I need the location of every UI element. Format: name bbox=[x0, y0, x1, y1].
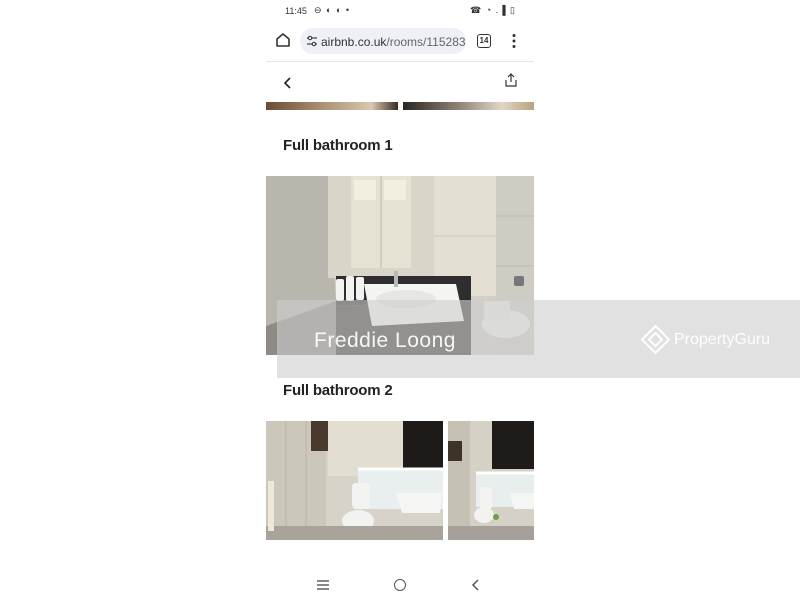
back-arrow-icon[interactable] bbox=[280, 74, 296, 92]
url-text: airbnb.co.uk/rooms/1152833 bbox=[321, 35, 466, 49]
nav-back-icon[interactable] bbox=[471, 578, 481, 592]
url-domain: airbnb.co.uk bbox=[321, 35, 387, 49]
tune-icon[interactable] bbox=[306, 35, 318, 47]
home-circle-icon[interactable] bbox=[394, 579, 406, 591]
section-title-bathroom-2: Full bathroom 2 bbox=[283, 382, 393, 399]
bathroom-2-photo-2[interactable] bbox=[448, 421, 534, 540]
system-status-icons: ☎ ◔ .▐ ▯ bbox=[470, 5, 516, 15]
share-icon[interactable] bbox=[503, 72, 519, 88]
home-icon[interactable] bbox=[274, 31, 292, 49]
section-title-bathroom-1: Full bathroom 1 bbox=[283, 137, 393, 154]
watermark-photographer: Freddie Loong bbox=[314, 329, 456, 352]
prev-photo-1[interactable] bbox=[266, 102, 398, 110]
system-nav-bar bbox=[266, 570, 534, 600]
status-time: 11:45 bbox=[285, 6, 307, 16]
watermark-brand: PropertyGuru bbox=[674, 331, 771, 348]
propertyguru-logo bbox=[640, 324, 671, 355]
address-bar[interactable]: airbnb.co.uk/rooms/1152833 bbox=[300, 28, 466, 54]
browser-toolbar: airbnb.co.uk/rooms/1152833 14 bbox=[266, 22, 534, 62]
prev-photo-2[interactable] bbox=[403, 102, 534, 110]
recent-apps-icon[interactable] bbox=[316, 579, 330, 591]
notification-icons: ⊖ ◐ ◐ • bbox=[314, 5, 351, 15]
bathroom-2-photo-1[interactable] bbox=[266, 421, 443, 540]
toolbar-divider bbox=[266, 61, 534, 62]
url-path: /rooms/1152833 bbox=[386, 35, 466, 49]
more-vert-icon[interactable] bbox=[511, 33, 517, 49]
tabs-icon[interactable]: 14 bbox=[477, 34, 491, 48]
status-bar: 11:45 ⊖ ◐ ◐ • ☎ ◔ .▐ ▯ bbox=[266, 0, 534, 22]
